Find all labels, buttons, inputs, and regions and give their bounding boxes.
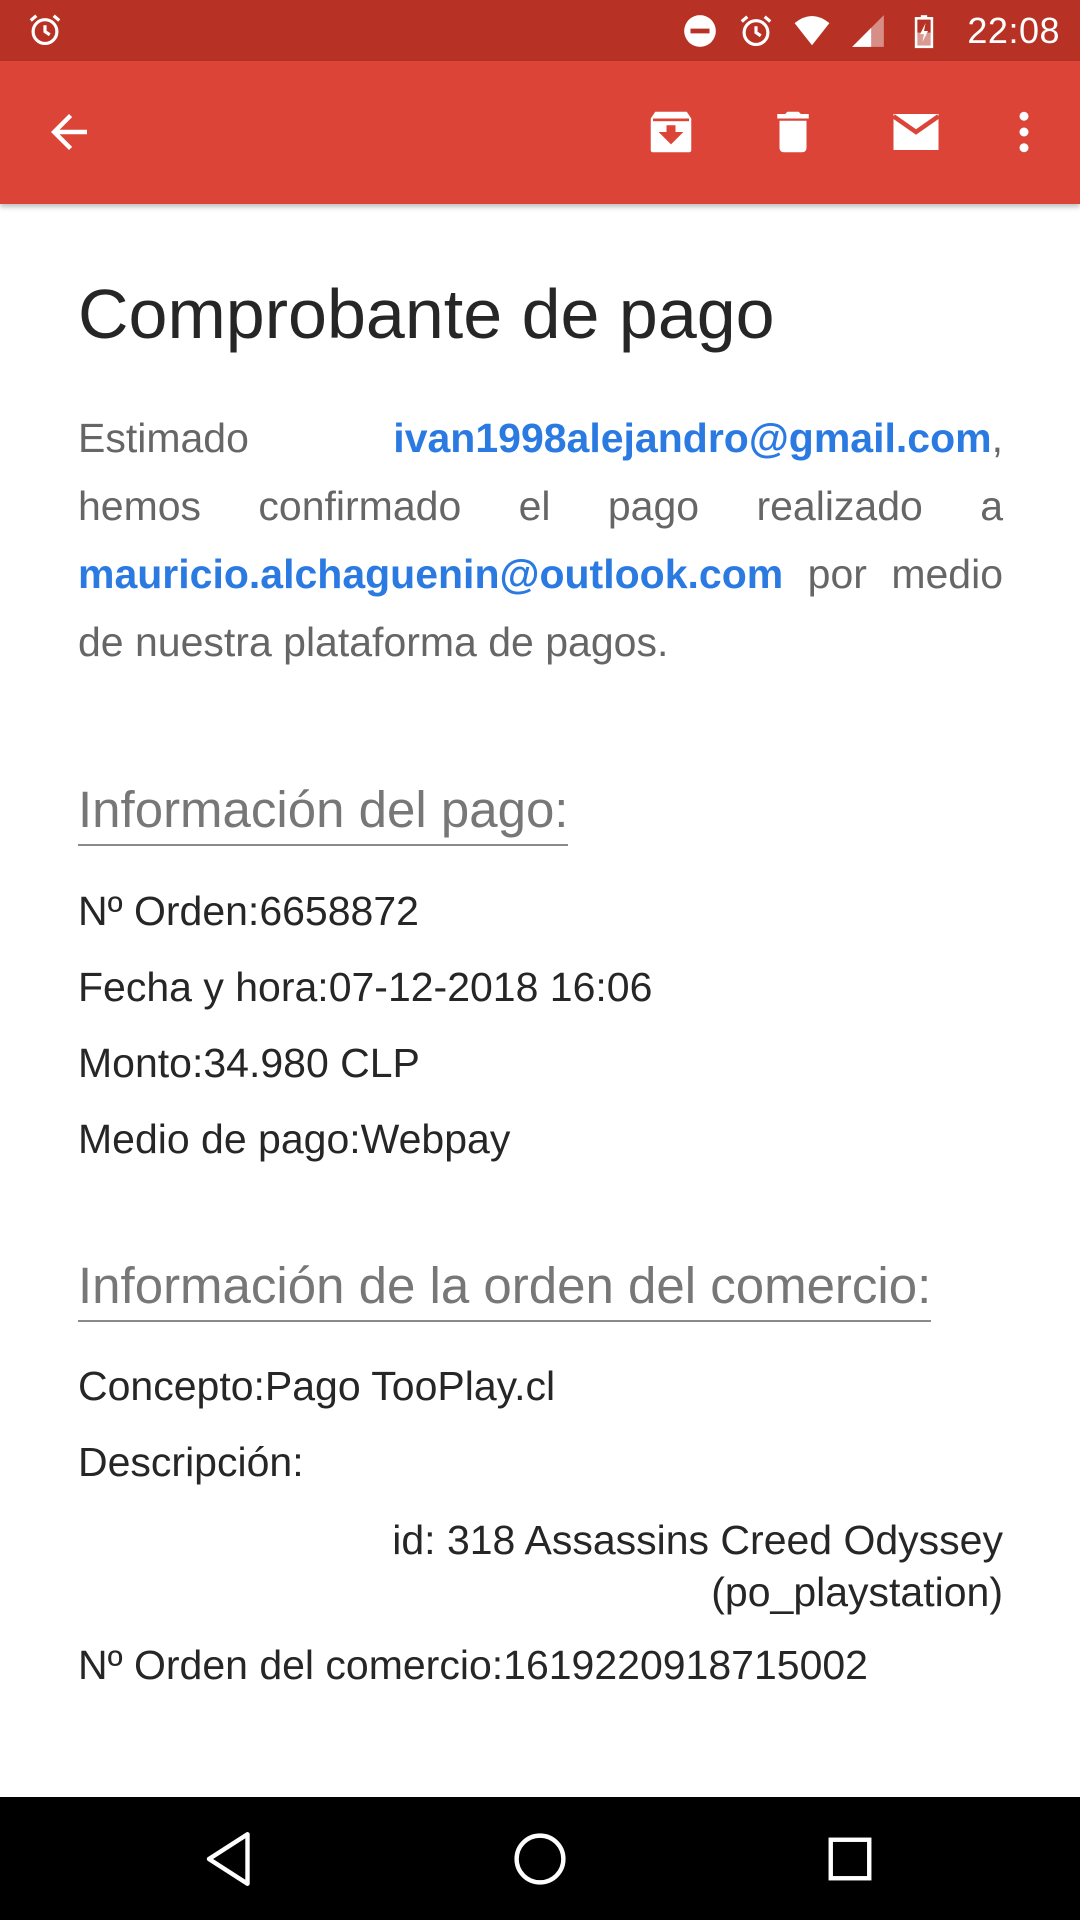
more-vert-icon [1019, 111, 1029, 153]
more-options-button[interactable] [991, 99, 1057, 165]
back-button[interactable] [36, 99, 102, 165]
greeting-text: Estimado [78, 415, 249, 461]
navigation-bar [0, 1797, 1080, 1920]
signal-icon [852, 14, 885, 47]
home-circle-icon [514, 1833, 566, 1885]
order-number-label: Nº Orden: [78, 888, 260, 934]
archive-button[interactable] [638, 99, 704, 165]
clock-time: 22:08 [967, 9, 1060, 51]
comma-text: , [991, 415, 1003, 461]
recents-square-icon [828, 1837, 872, 1881]
description-label: Descripción: [78, 1439, 304, 1485]
datetime-value: 07-12-2018 16:06 [328, 964, 653, 1010]
amount-value: 34.980 CLP [203, 1040, 420, 1086]
order-number-value: 6658872 [259, 888, 419, 934]
intro-paragraph: Estimado ivan1998alejandro@gmail.com, he… [78, 404, 1003, 676]
merchant-order-line: Nº Orden del comercio:1619220918715002 [78, 1642, 868, 1689]
nav-back-button[interactable] [198, 1826, 264, 1892]
description-value: id: 318 Assassins Creed Odyssey (po_play… [78, 1514, 1003, 1618]
concept-line: Concepto:Pago TooPlay.cl [78, 1363, 555, 1410]
mark-unread-button[interactable] [883, 99, 949, 165]
datetime-label: Fecha y hora: [78, 964, 329, 1010]
merchant-order-label: Nº Orden del comercio: [78, 1642, 504, 1688]
amount-label: Monto: [78, 1040, 204, 1086]
payment-method-label: Medio de pago: [78, 1116, 361, 1162]
battery-charging-icon [915, 14, 934, 48]
arrow-back-icon [51, 114, 87, 150]
status-icons: 22:08 [681, 0, 1080, 61]
description-line-2: (po_playstation) [711, 1569, 1003, 1615]
payment-info-heading: Información del pago: [78, 780, 569, 846]
merchant-info-heading: Información de la orden del comercio: [78, 1256, 932, 1322]
payment-method-line: Medio de pago:Webpay [78, 1116, 510, 1163]
email-title: Comprobante de pago [78, 275, 775, 353]
description-line-1: id: 318 Assassins Creed Odyssey [392, 1517, 1003, 1563]
amount-line: Monto:34.980 CLP [78, 1040, 420, 1087]
order-number-line: Nº Orden:6658872 [78, 888, 419, 935]
wifi-icon [794, 15, 830, 45]
delete-icon [777, 111, 809, 153]
delete-button[interactable] [760, 99, 826, 165]
app-bar [0, 61, 1080, 204]
concept-label: Concepto: [78, 1363, 265, 1409]
nav-home-button[interactable] [507, 1826, 573, 1892]
payment-method-value: Webpay [360, 1116, 511, 1162]
archive-icon [650, 111, 692, 153]
alarm-icon [29, 14, 61, 46]
back-triangle-icon [206, 1832, 250, 1886]
status-bar: 22:08 [0, 0, 1080, 61]
intro-middle-text: hemos confirmado el pago realizado a [78, 483, 1003, 529]
sender-email-link[interactable]: ivan1998alejandro@gmail.com [393, 415, 991, 461]
mark-unread-icon [892, 114, 940, 150]
merchant-order-value: 1619220918715002 [503, 1642, 868, 1688]
nav-recents-button[interactable] [817, 1826, 883, 1892]
recipient-email-link[interactable]: mauricio.alchaguenin@outlook.com [78, 551, 783, 597]
concept-value: Pago TooPlay.cl [264, 1363, 556, 1409]
datetime-line: Fecha y hora:07-12-2018 16:06 [78, 964, 652, 1011]
dnd-icon [684, 14, 717, 47]
alarm-icon [741, 15, 772, 46]
